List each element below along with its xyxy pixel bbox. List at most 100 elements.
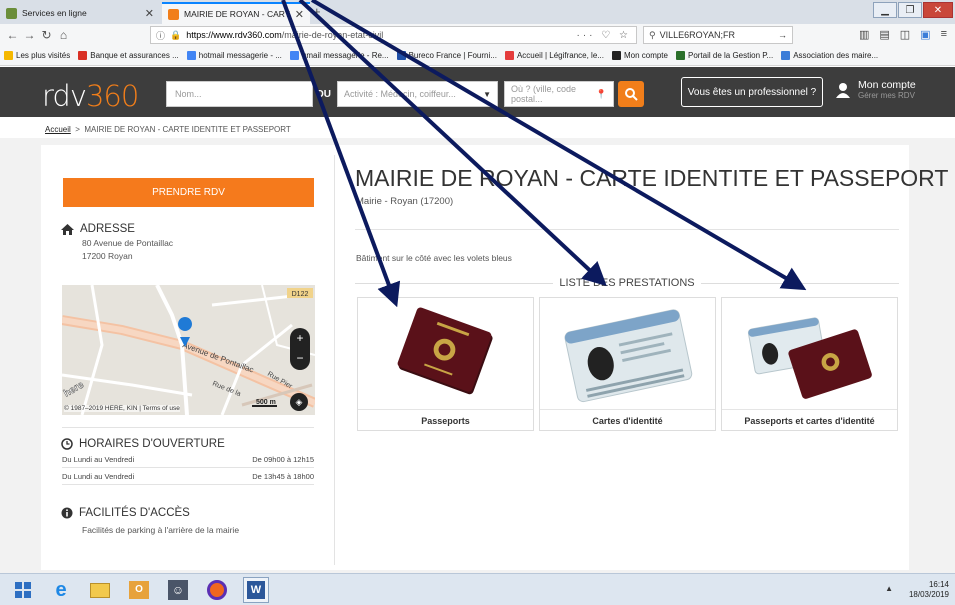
location-note: Bâtiment sur le côté avec les volets ble… — [356, 253, 512, 263]
user-icon — [836, 82, 850, 98]
map-zoom-controls: + − — [290, 328, 310, 370]
breadcrumb-separator: > — [75, 125, 80, 134]
row-divider — [62, 467, 314, 468]
hours-row: Du Lundi au Vendredi De 13h45 à 18h00 — [62, 472, 314, 481]
reload-icon[interactable]: ↻ — [38, 28, 55, 42]
url-text[interactable]: https://www.rdv360.com/mairie-de-royan-e… — [186, 30, 571, 40]
address-heading: ADRESSE — [61, 223, 135, 235]
page-actions-icon[interactable]: ··· ♡ ☆ — [577, 30, 631, 41]
url-bar[interactable]: ⓘ 🔒 https://www.rdv360.com/mairie-de-roy… — [150, 26, 637, 44]
activity-select[interactable]: Activité : Médecin, coiffeur... ▼ — [337, 81, 498, 107]
info-icon[interactable]: ⓘ — [156, 29, 165, 42]
map-road-label: D122 — [292, 291, 309, 298]
location-input[interactable]: Où ? (ville, code postal... 📍 — [504, 81, 614, 107]
bookmark-item[interactable]: Bureco France | Fourni... — [396, 51, 497, 60]
row-divider — [62, 484, 314, 485]
system-clock[interactable]: 16:14 18/03/2019 — [909, 580, 949, 600]
tab-mairie-de-royan[interactable]: MAIRIE DE ROYAN - CARTE I ✕ — [162, 2, 310, 24]
reader-icon[interactable]: ◫ — [900, 28, 910, 41]
close-tab-icon[interactable]: ✕ — [295, 8, 304, 21]
rdv360-logo[interactable]: rdv360 — [42, 79, 139, 113]
bookmark-favicon-icon — [675, 51, 685, 60]
library-icon[interactable]: ▥ — [859, 28, 869, 41]
location-placeholder: Où ? (ville, code postal... — [511, 84, 577, 104]
name-search-input[interactable]: Nom... — [166, 81, 313, 107]
back-arrow-icon[interactable]: ← — [4, 28, 21, 42]
close-window-button[interactable]: ✕ — [923, 2, 953, 18]
logo-number: 360 — [85, 79, 139, 113]
outlook-icon[interactable]: O — [126, 577, 152, 603]
passport-image — [397, 307, 493, 395]
firefox-icon[interactable] — [204, 577, 230, 603]
bookmark-item[interactable]: Banque et assurances ... — [78, 51, 179, 60]
home-icon[interactable]: ⌂ — [55, 28, 72, 42]
prestation-card-passeports-et-cartes[interactable]: Passeports et cartes d'identité — [721, 297, 898, 431]
browser-search-bar[interactable]: ⚲ VILLE6ROYAN;FR → — [643, 26, 793, 44]
professional-button[interactable]: Vous êtes un professionnel ? — [681, 77, 823, 107]
prestation-label: Passeports et cartes d'identité — [744, 416, 875, 426]
maximize-button[interactable]: ❐ — [898, 2, 922, 18]
new-tab-button[interactable]: + — [313, 4, 321, 19]
start-windows-icon[interactable] — [10, 577, 36, 603]
windows-taskbar: e O ☺ W ▲ 16:14 18/03/2019 — [0, 573, 955, 605]
bookmark-item[interactable]: hotmail messagerie - ... — [186, 51, 282, 60]
show-hidden-icons-icon[interactable]: ▲ — [885, 584, 893, 593]
word-icon[interactable]: W — [243, 577, 269, 603]
minimize-button[interactable]: ▁ — [873, 2, 897, 18]
bookmark-label: gmail messagerie - Re... — [301, 51, 389, 60]
logo-text: rdv — [42, 79, 87, 113]
page-title: MAIRIE DE ROYAN - CARTE IDENTITE ET PASS… — [355, 165, 949, 191]
clock-date: 18/03/2019 — [908, 590, 949, 599]
zoom-in-button[interactable]: + — [290, 328, 310, 348]
breadcrumb-home-link[interactable]: Accueil — [45, 125, 71, 134]
prestations-heading: LISTE DES PRESTATIONS — [355, 277, 900, 289]
account-menu[interactable]: Mon compte Gérer mes RDV — [836, 79, 916, 100]
map-pin-icon[interactable]: 📍 — [596, 89, 607, 100]
extension-icon[interactable]: ▣ — [920, 28, 930, 41]
tab-services-en-ligne[interactable]: Services en ligne ✕ — [0, 2, 160, 24]
menu-icon[interactable]: ≡ — [941, 28, 947, 41]
go-arrow-icon[interactable]: → — [778, 30, 787, 40]
bookmark-item[interactable]: Association des maire... — [781, 51, 878, 60]
zoom-out-button[interactable]: − — [290, 348, 310, 368]
address-heading-text: ADRESSE — [80, 223, 135, 235]
people-app-icon[interactable]: ☺ — [165, 577, 191, 603]
sidebar-icon[interactable]: ▤ — [879, 28, 889, 41]
heading-rule — [355, 282, 554, 284]
breadcrumb-current: MAIRIE DE ROYAN - CARTE IDENTITE ET PASS… — [84, 125, 291, 134]
column-divider — [334, 155, 335, 565]
map-copyright[interactable]: © 1987–2019 HERE, KIN | Terms of use — [64, 405, 180, 412]
bookmark-label: hotmail messagerie - ... — [198, 51, 282, 60]
bookmark-favicon-icon — [504, 51, 514, 60]
bookmark-label: Accueil | Légifrance, le... — [516, 51, 604, 60]
bookmark-item[interactable]: Mon compte — [611, 51, 668, 60]
bookmark-item[interactable]: gmail messagerie - Re... — [289, 51, 389, 60]
card-separator — [358, 409, 533, 410]
search-icon — [625, 88, 638, 101]
file-explorer-icon[interactable] — [87, 577, 113, 603]
bookmark-item[interactable]: Les plus visités — [4, 51, 70, 60]
account-subtitle: Gérer mes RDV — [858, 91, 915, 100]
page-subtitle: Mairie - Royan (17200) — [356, 196, 454, 207]
search-button[interactable] — [618, 81, 644, 107]
book-appointment-button[interactable]: PRENDRE RDV — [63, 178, 314, 207]
close-tab-icon[interactable]: ✕ — [145, 7, 154, 20]
bookmark-label: Portail de la Gestion P... — [687, 51, 774, 60]
prestation-card-cartes-identite[interactable]: Cartes d'identité — [539, 297, 716, 431]
internet-explorer-icon[interactable]: e — [48, 577, 74, 603]
map-layers-icon[interactable]: ◈ — [290, 393, 308, 411]
window-controls: ▁ ❐ ✕ — [873, 2, 953, 18]
search-value: VILLE6ROYAN;FR — [659, 30, 735, 40]
browser-nav-bar: ← → ↻ ⌂ ⓘ 🔒 https://www.rdv360.com/mairi… — [0, 24, 955, 46]
location-map[interactable]: D122 Avenue de Pontaillac Rue de la Rue … — [62, 285, 315, 415]
bookmark-item[interactable]: Accueil | Légifrance, le... — [504, 51, 604, 60]
or-label: OU — [316, 89, 331, 100]
address-line-1: 80 Avenue de Pontaillac — [82, 238, 174, 248]
bookmarks-bar: Les plus visités Banque et assurances ...… — [0, 46, 955, 66]
name-placeholder: Nom... — [175, 89, 202, 99]
access-heading: FACILITÉS D'ACCÈS — [61, 507, 190, 519]
map-canvas: D122 Avenue de Pontaillac Rue de la Rue … — [62, 285, 315, 415]
bookmark-item[interactable]: Portail de la Gestion P... — [675, 51, 774, 60]
prestation-card-passeports[interactable]: Passeports — [357, 297, 534, 431]
forward-arrow-icon[interactable]: → — [21, 28, 38, 42]
